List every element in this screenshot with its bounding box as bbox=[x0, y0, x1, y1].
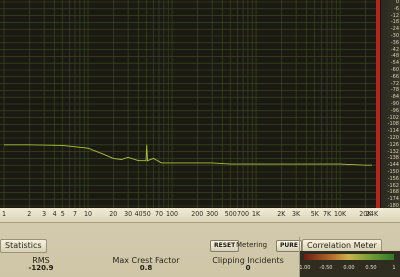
freq-tick-label: 7K bbox=[322, 210, 332, 218]
db-tick-label: -24 bbox=[390, 26, 399, 33]
db-tick-label: -6 bbox=[394, 5, 399, 12]
db-tick-label: -78 bbox=[390, 87, 399, 94]
freq-tick-label: 10 bbox=[83, 210, 93, 218]
correlation-tick-label: -1.00 bbox=[297, 265, 311, 271]
spectrum-chart bbox=[0, 0, 376, 208]
db-tick-label: -108 bbox=[387, 121, 399, 128]
freq-tick-label: 4 bbox=[52, 210, 57, 218]
tab-statistics[interactable]: Statistics bbox=[0, 239, 47, 253]
db-tick-label: -66 bbox=[390, 73, 399, 80]
db-red-marker bbox=[376, 0, 380, 208]
freq-tick-label: 300 bbox=[206, 210, 219, 218]
freq-tick-label: 3 bbox=[42, 210, 47, 218]
db-tick-label: -60 bbox=[390, 67, 399, 73]
rms-value: -120.9 bbox=[28, 264, 54, 272]
db-tick-label: -84 bbox=[390, 94, 399, 101]
frequency-scale: 1 2 3 4 5 7 10 20 30 40 50 70 100 200 300 500 700 1K 2K 3K 5… bbox=[0, 208, 400, 223]
freq-tick-label: 10K bbox=[333, 210, 347, 218]
metering-label: Metering bbox=[236, 241, 268, 249]
correlation-tick-label: 0.50 bbox=[365, 265, 377, 271]
clipping-value: 0 bbox=[245, 264, 251, 272]
freq-tick-label: 5 bbox=[60, 210, 65, 218]
db-tick-label: -162 bbox=[387, 182, 399, 189]
freq-tick-label: 2 bbox=[27, 210, 32, 218]
correlation-tick-label: 0.00 bbox=[343, 265, 355, 271]
analyzer-window: 0 -6 -12 -18 -24 -30 -36 -42 -48 -54 -60 -66 -72 -78-… bbox=[0, 0, 400, 277]
db-tick-label: -138 bbox=[387, 155, 399, 162]
freq-tick-label: 50 bbox=[142, 210, 151, 218]
db-tick-label: -144 bbox=[387, 162, 399, 169]
freq-tick-label: 20 bbox=[109, 210, 118, 218]
freq-tick-label: 30 bbox=[124, 210, 133, 218]
freq-tick-label: 100 bbox=[166, 210, 179, 218]
db-tick-label: -12 bbox=[390, 12, 399, 19]
db-tick-label: -174 bbox=[387, 196, 399, 203]
db-tick-label: -36 bbox=[390, 39, 399, 46]
db-tick-label: -72 bbox=[390, 80, 399, 87]
db-tick-label: 0 bbox=[395, 0, 399, 5]
db-tick-label: -132 bbox=[387, 148, 399, 155]
freq-tick-label: 40 bbox=[134, 210, 143, 218]
db-tick-label: -54 bbox=[390, 60, 399, 67]
db-tick-label: -30 bbox=[390, 33, 399, 39]
freq-tick-label: 7 bbox=[72, 210, 78, 218]
db-tick-label: -18 bbox=[390, 19, 399, 26]
correlation-tick-label: -0.50 bbox=[319, 265, 333, 271]
freq-tick-label: 1K bbox=[251, 210, 261, 218]
db-tick-label: -96 bbox=[390, 107, 399, 114]
spectrum-trace bbox=[4, 144, 372, 166]
freq-tick-label: 2K bbox=[277, 210, 286, 218]
db-tick-label: -48 bbox=[390, 53, 399, 60]
db-tick-label: -120 bbox=[387, 135, 399, 141]
db-tick-label: -156 bbox=[387, 175, 399, 182]
freq-tick-label: 5K bbox=[310, 210, 319, 218]
freq-tick-label: 70 bbox=[154, 210, 164, 218]
db-tick-label: -126 bbox=[387, 141, 399, 148]
freq-tick-label: 700 bbox=[237, 210, 250, 218]
crest-factor-value: 0.8 bbox=[139, 264, 153, 272]
db-tick-label: -102 bbox=[387, 114, 399, 121]
freq-tick-label: 500 bbox=[224, 210, 237, 218]
db-tick-label: -42 bbox=[390, 46, 399, 53]
db-tick-label: -150 bbox=[387, 169, 399, 175]
freq-tick-label: 3K bbox=[292, 210, 301, 218]
db-scale: 0 -6 -12 -18 -24 -30 -36 -42 -48 -54 -60 -66 -72 -78-… bbox=[381, 0, 400, 209]
freq-tick-label: 24K bbox=[365, 210, 379, 218]
db-tick-label: -168 bbox=[387, 189, 399, 196]
correlation-bar bbox=[304, 254, 394, 260]
freq-tick-label: 1 bbox=[1, 210, 7, 218]
db-tick-label: -114 bbox=[387, 128, 399, 135]
freq-tick-label: 200 bbox=[191, 210, 204, 218]
correlation-tick-label: 1 bbox=[392, 265, 396, 271]
spectrum-plot bbox=[0, 0, 382, 209]
db-tick-label: -90 bbox=[390, 101, 399, 107]
reset-button[interactable]: RESET bbox=[210, 240, 240, 252]
